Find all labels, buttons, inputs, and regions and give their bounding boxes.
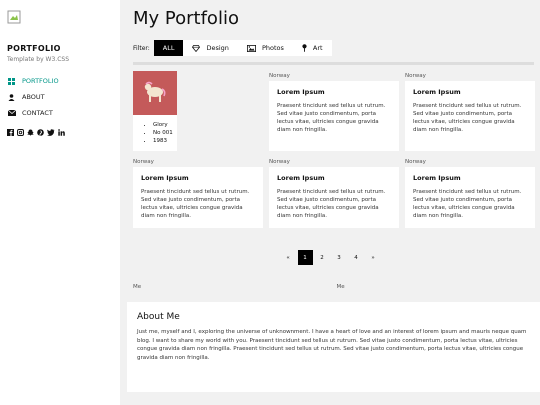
card-text: Praesent tincidunt sed tellus ut rutrum.… <box>413 103 522 133</box>
pagination: « 1 2 3 4 » <box>121 250 540 265</box>
portfolio-grid: Glory No 001 1983 Norway Lorem Ipsum Pra… <box>133 71 540 228</box>
filter-photos-label: Photos <box>261 44 284 52</box>
about-section: About Me Just me, myself and I, explorin… <box>127 302 540 392</box>
broken-image-icon <box>7 10 21 24</box>
me-image: Me <box>336 284 345 290</box>
horse-photo <box>133 71 177 115</box>
instagram-icon[interactable] <box>17 129 24 138</box>
card-image: Norway <box>405 71 535 81</box>
social-links <box>7 129 113 138</box>
sidebar-item-label: CONTACT <box>22 109 53 117</box>
list-item: 1983 <box>153 137 177 145</box>
sidebar-item-contact[interactable]: CONTACT <box>7 105 113 121</box>
user-icon <box>7 93 16 101</box>
pagination-page-4[interactable]: 4 <box>349 250 364 265</box>
pagination-next[interactable]: » <box>366 250 381 265</box>
first-card-list: Glory No 001 1983 <box>133 121 177 145</box>
about-text: Just me, myself and I, exploring the uni… <box>137 329 527 361</box>
photo-icon <box>246 44 256 52</box>
card-text: Praesent tincidunt sed tellus ut rutrum.… <box>277 189 386 219</box>
sidebar-item-portfolio[interactable]: PORTFOLIO <box>7 73 113 89</box>
filter-photos-button[interactable]: Photos <box>237 40 293 56</box>
facebook-icon[interactable] <box>7 129 14 138</box>
filter-bar: Filter: ALL Design Photos Art <box>133 40 540 56</box>
me-image: Me <box>133 284 142 290</box>
portfolio-card[interactable]: Norway Lorem Ipsum Praesent tincidunt se… <box>269 157 399 228</box>
map-marker-icon <box>302 44 307 52</box>
filter-label: Filter: <box>133 44 150 52</box>
card-title: Lorem Ipsum <box>141 174 189 182</box>
card-text: Praesent tincidunt sed tellus ut rutrum.… <box>141 189 250 219</box>
filter-art-button[interactable]: Art <box>292 40 332 56</box>
card-image: Norway <box>269 157 399 167</box>
card-title: Lorem Ipsum <box>413 88 461 96</box>
filter-all-label: ALL <box>162 44 175 52</box>
page-title: My Portfolio <box>133 8 239 29</box>
main-content: My Portfolio Filter: ALL Design Photos A… <box>127 0 540 405</box>
card-title: Lorem Ipsum <box>277 88 325 96</box>
linkedin-icon[interactable] <box>58 129 65 138</box>
pagination-page-1[interactable]: 1 <box>297 250 313 265</box>
pinterest-icon[interactable] <box>37 129 44 138</box>
filter-design-label: Design <box>206 44 229 52</box>
envelope-icon <box>7 110 16 116</box>
me-images: Me Me <box>133 284 540 290</box>
filter-all-button[interactable]: ALL <box>153 40 184 56</box>
list-item: Glory <box>153 121 177 129</box>
pagination-page-2[interactable]: 2 <box>315 250 330 265</box>
card-image: Norway <box>405 157 535 167</box>
about-title: About Me <box>137 312 180 322</box>
card-image: Norway <box>269 71 399 81</box>
diamond-icon <box>192 44 201 52</box>
sidebar-item-label: ABOUT <box>22 93 45 101</box>
filter-design-button[interactable]: Design <box>183 40 238 56</box>
portfolio-card[interactable]: Norway Lorem Ipsum Praesent tincidunt se… <box>133 157 263 228</box>
portfolio-card[interactable]: Norway Lorem Ipsum Praesent tincidunt se… <box>405 71 535 151</box>
portfolio-card[interactable]: Norway Lorem Ipsum Praesent tincidunt se… <box>405 157 535 228</box>
card-image: Norway <box>133 157 263 167</box>
portfolio-card[interactable]: Norway Lorem Ipsum Praesent tincidunt se… <box>269 71 399 151</box>
card-text: Praesent tincidunt sed tellus ut rutrum.… <box>277 103 386 133</box>
snapchat-icon[interactable] <box>27 129 34 138</box>
card-title: Lorem Ipsum <box>277 174 325 182</box>
grid-icon <box>7 77 16 85</box>
filter-divider <box>133 62 534 65</box>
twitter-icon[interactable] <box>47 129 55 138</box>
sidebar-subtitle: Template by W3.CSS <box>7 56 70 63</box>
sidebar: PORTFOLIO Template by W3.CSS PORTFOLIO A… <box>0 0 120 405</box>
sidebar-item-label: PORTFOLIO <box>22 77 59 85</box>
card-title: Lorem Ipsum <box>413 174 461 182</box>
filter-art-label: Art <box>312 44 323 52</box>
pagination-page-3[interactable]: 3 <box>332 250 347 265</box>
list-item: No 001 <box>153 129 177 137</box>
pagination-prev[interactable]: « <box>281 250 296 265</box>
portfolio-item-first[interactable]: Glory No 001 1983 <box>133 71 263 151</box>
sidebar-item-about[interactable]: ABOUT <box>7 89 113 105</box>
card-text: Praesent tincidunt sed tellus ut rutrum.… <box>413 189 522 219</box>
sidebar-brand: PORTFOLIO <box>7 44 61 53</box>
